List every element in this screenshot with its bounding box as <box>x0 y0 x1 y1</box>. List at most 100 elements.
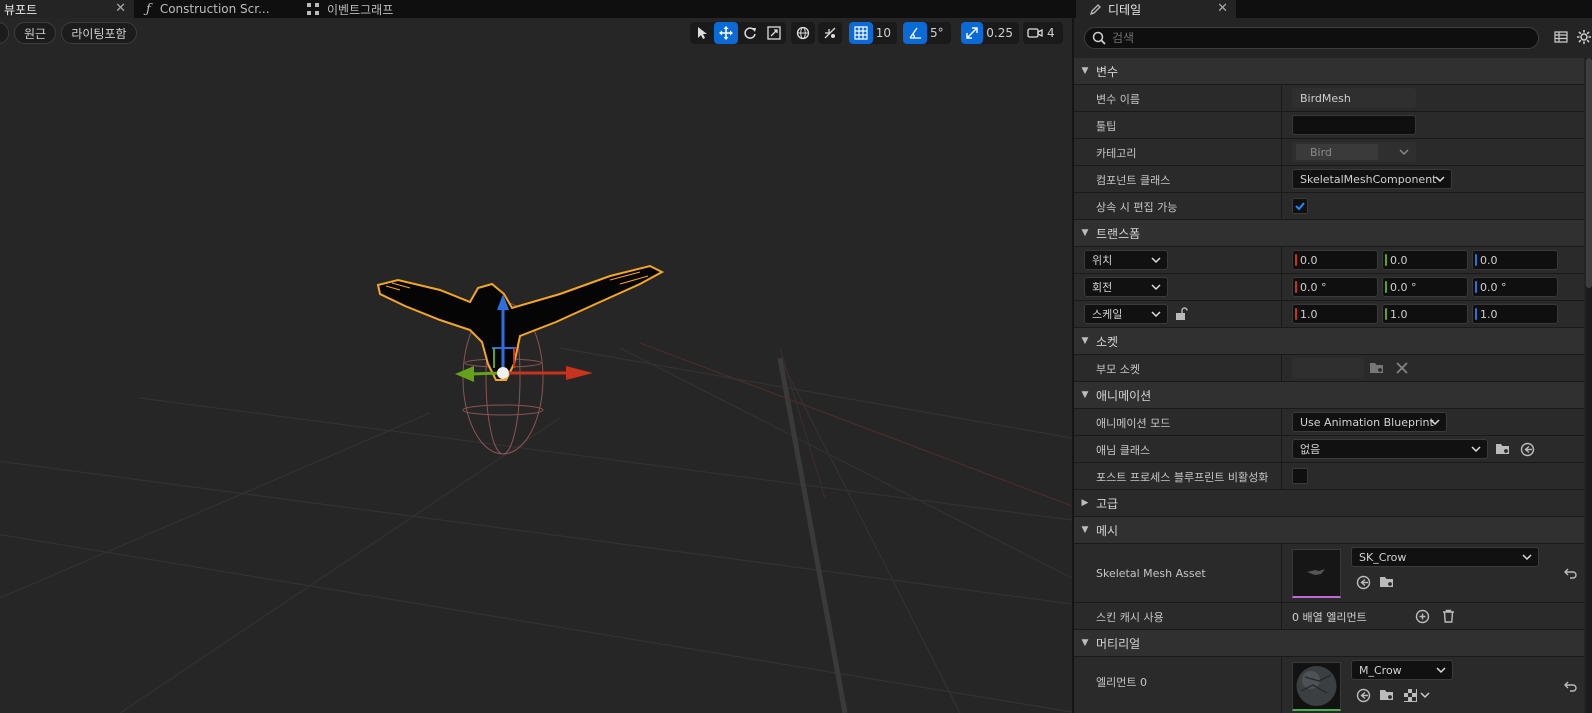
category-variable[interactable]: ▼ 변수 <box>1074 58 1584 85</box>
scale-lock-button[interactable] <box>1174 307 1188 321</box>
clear-socket-button[interactable] <box>1394 360 1410 376</box>
parent-socket-field[interactable] <box>1292 358 1364 378</box>
search-input[interactable] <box>1112 31 1522 45</box>
collapse-arrow-icon: ▼ <box>1081 525 1089 535</box>
close-icon[interactable]: ✕ <box>115 1 126 16</box>
column-divider[interactable] <box>1281 603 1282 629</box>
dropdown-value: SK_Crow <box>1359 550 1407 564</box>
mesh-asset-dropdown[interactable]: SK_Crow <box>1351 547 1539 567</box>
perspective-button[interactable]: 원근 <box>14 22 56 44</box>
reset-material-button[interactable] <box>1562 678 1578 694</box>
browse-anim-class-button[interactable] <box>1494 441 1512 457</box>
use-selected-icon <box>1356 688 1370 702</box>
scale-tool-button[interactable] <box>762 22 786 44</box>
column-divider[interactable] <box>1281 544 1282 602</box>
category-materials[interactable]: ▼ 머티리얼 <box>1074 630 1584 657</box>
column-divider[interactable] <box>1281 355 1282 381</box>
column-divider[interactable] <box>1281 463 1282 489</box>
column-divider[interactable] <box>1281 139 1282 165</box>
material-dropdown[interactable]: M_Crow <box>1351 660 1453 680</box>
use-selected-material-button[interactable] <box>1354 687 1372 703</box>
rotate-tool-button[interactable] <box>738 22 762 44</box>
column-divider[interactable] <box>1281 193 1282 219</box>
rotation-y-field[interactable]: 0.0 ° <box>1382 277 1468 297</box>
view-options-button[interactable] <box>1553 29 1569 45</box>
use-selected-mesh-button[interactable] <box>1354 574 1372 590</box>
rotation-snap-toggle[interactable] <box>903 22 927 44</box>
category-animation[interactable]: ▼ 애니메이션 <box>1074 382 1584 409</box>
rotation-snap-value[interactable]: 5° <box>927 26 950 40</box>
camera-speed-value[interactable]: 4 <box>1047 26 1061 40</box>
scale-x-field[interactable]: 1.0 <box>1292 304 1378 324</box>
pencil-icon <box>1090 4 1101 15</box>
scrollbar-thumb[interactable] <box>1586 58 1592 288</box>
search-box[interactable] <box>1084 27 1539 49</box>
rotation-x-field[interactable]: 0.0 ° <box>1292 277 1378 297</box>
column-divider[interactable] <box>1281 657 1282 713</box>
scale-mode-dropdown[interactable]: 스케일 <box>1084 304 1168 324</box>
location-mode-dropdown[interactable]: 위치 <box>1084 250 1168 270</box>
delete-elements-button[interactable] <box>1440 608 1456 624</box>
mesh-thumbnail[interactable] <box>1292 549 1341 598</box>
disable-post-process-checkbox[interactable] <box>1292 468 1308 484</box>
material-thumbnail[interactable] <box>1292 662 1341 711</box>
grid-snap-toggle[interactable] <box>849 22 873 44</box>
tab-details[interactable]: 디테일 ✕ <box>1076 0 1236 18</box>
browse-material-button[interactable] <box>1378 687 1396 703</box>
category-transform[interactable]: ▼ 트랜스폼 <box>1074 220 1584 247</box>
camera-speed-button[interactable] <box>1023 22 1047 44</box>
category-sockets[interactable]: ▼ 소켓 <box>1074 328 1584 355</box>
details-scrollbar[interactable] <box>1586 58 1592 713</box>
property-label: 애니메이션 모드 <box>1096 416 1171 430</box>
translate-tool-button[interactable] <box>714 22 738 44</box>
column-divider[interactable] <box>1281 112 1282 138</box>
world-space-button[interactable] <box>791 22 815 44</box>
tooltip-field[interactable] <box>1292 115 1416 135</box>
settings-button[interactable] <box>1575 28 1592 45</box>
animation-mode-dropdown[interactable]: Use Animation Blueprint <box>1292 412 1447 432</box>
gear-icon <box>1576 29 1591 44</box>
material-options-button[interactable] <box>1403 687 1431 703</box>
location-x-field[interactable]: 0.0 <box>1292 250 1378 270</box>
property-label: 변수 이름 <box>1096 92 1140 106</box>
camera-speed-group[interactable]: 4 <box>1023 22 1063 44</box>
grid-snap-value[interactable]: 10 <box>873 26 897 40</box>
column-divider[interactable] <box>1281 436 1282 462</box>
column-divider[interactable] <box>1281 409 1282 435</box>
browse-socket-button[interactable] <box>1368 360 1386 376</box>
surface-snap-button[interactable] <box>818 22 842 44</box>
column-divider[interactable] <box>1281 301 1282 327</box>
rotation-mode-dropdown[interactable]: 회전 <box>1084 277 1168 297</box>
reset-mesh-button[interactable] <box>1562 565 1578 581</box>
column-divider[interactable] <box>1281 247 1282 273</box>
close-icon[interactable]: ✕ <box>1217 1 1228 16</box>
category-combo[interactable]: Bird <box>1292 142 1416 162</box>
tab-event-graph[interactable]: 이벤트그래프 <box>307 0 457 18</box>
variable-name-field[interactable]: BirdMesh <box>1292 88 1416 108</box>
scale-snap-toggle[interactable] <box>961 22 984 44</box>
select-tool-button[interactable] <box>690 22 714 44</box>
tab-construction-script[interactable]: ƒ Construction Scr... <box>146 0 296 18</box>
browse-mesh-button[interactable] <box>1378 574 1396 590</box>
rotation-z-field[interactable]: 0.0 ° <box>1472 277 1558 297</box>
anim-class-dropdown[interactable]: 없음 <box>1292 439 1488 459</box>
category-advanced[interactable]: ▶ 고급 <box>1074 490 1584 517</box>
column-divider[interactable] <box>1281 274 1282 300</box>
use-selected-anim-class-button[interactable] <box>1518 441 1536 457</box>
add-element-button[interactable] <box>1414 608 1430 624</box>
use-selected-icon <box>1520 442 1534 456</box>
location-z-field[interactable]: 0.0 <box>1472 250 1558 270</box>
column-divider[interactable] <box>1281 166 1282 192</box>
editable-checkbox[interactable] <box>1292 198 1308 214</box>
scale-z-field[interactable]: 1.0 <box>1472 304 1558 324</box>
scale-y-field[interactable]: 1.0 <box>1382 304 1468 324</box>
lighting-mode-button[interactable]: 라이팅포함 <box>61 22 137 44</box>
category-mesh[interactable]: ▼ 메시 <box>1074 517 1584 544</box>
tab-viewport[interactable]: 뷰포트 ✕ <box>0 0 134 18</box>
scale-snap-value[interactable]: 0.25 <box>983 26 1019 40</box>
viewport[interactable]: 원근 라이팅포함 10 5° 0.25 4 <box>0 18 1072 713</box>
category-label: 머티리얼 <box>1096 636 1141 651</box>
column-divider[interactable] <box>1281 85 1282 111</box>
location-y-field[interactable]: 0.0 <box>1382 250 1468 270</box>
component-class-dropdown[interactable]: SkeletalMeshComponent <box>1292 169 1452 189</box>
